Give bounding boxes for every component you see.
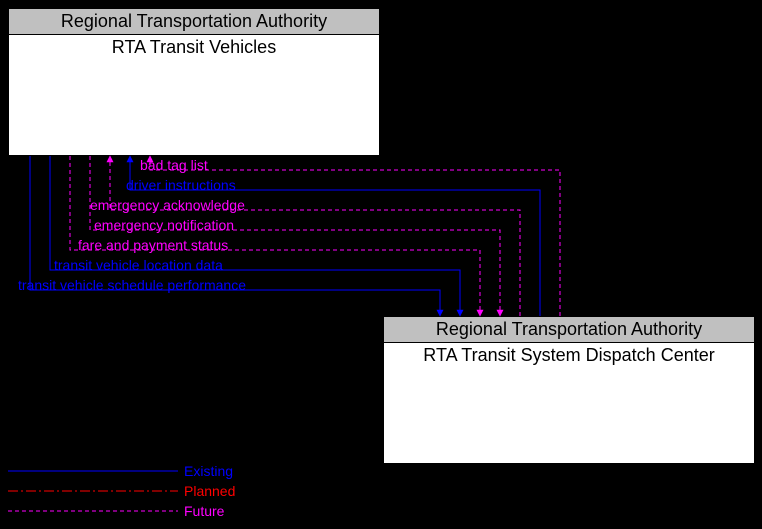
legend-existing: Existing [8,461,235,481]
entity-rta-transit-vehicles: Regional Transportation Authority RTA Tr… [8,8,380,156]
legend-label-existing: Existing [184,463,233,479]
flow-label-transit-vehicle-schedule-performance: transit vehicle schedule performance [18,278,246,292]
entity-header: Regional Transportation Authority [384,317,754,343]
flow-label-bad-tag-list: bad tag list [140,158,208,172]
entity-rta-dispatch-center: Regional Transportation Authority RTA Tr… [383,316,755,464]
legend-future: Future [8,501,235,521]
legend-swatch-future [8,501,178,521]
entity-title: RTA Transit Vehicles [9,35,379,60]
flow-label-emergency-acknowledge: emergency acknowledge [90,198,245,212]
legend-label-planned: Planned [184,483,235,499]
flow-label-transit-vehicle-location-data: transit vehicle location data [54,258,223,272]
entity-header: Regional Transportation Authority [9,9,379,35]
flow-label-fare-and-payment-status: fare and payment status [78,238,228,252]
flow-label-emergency-notification: emergency notification [94,218,234,232]
flow-label-driver-instructions: driver instructions [126,178,236,192]
legend-planned: Planned [8,481,235,501]
legend: Existing Planned Future [8,461,235,521]
entity-title: RTA Transit System Dispatch Center [384,343,754,368]
legend-swatch-existing [8,461,178,481]
legend-swatch-planned [8,481,178,501]
legend-label-future: Future [184,503,224,519]
